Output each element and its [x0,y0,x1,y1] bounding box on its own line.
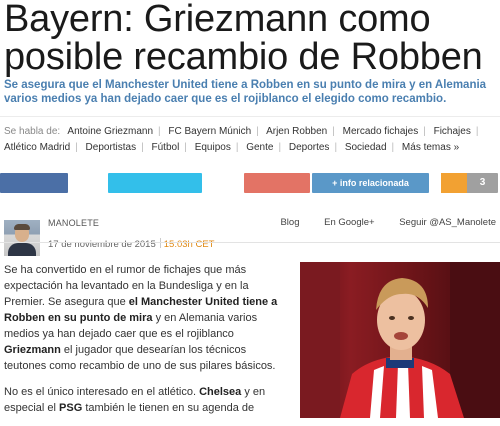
dateline: 17 de noviembre de 2015 15:03h CET [48,238,214,250]
dateline-separator [159,238,161,248]
article-headline: Bayern: Griezmann como posible recambio … [4,0,483,78]
article-subheadline: Se asegura que el Manchester United tien… [4,79,487,105]
avatar-hair [14,224,30,230]
tag-link[interactable]: Antoine Griezmann [67,126,153,137]
author-name[interactable]: MANOLETE [48,218,99,228]
tags-list: Se habla de: Antoine Griezmann | FC Bayer… [4,124,494,156]
author-googleplus-link[interactable]: En Google+ [324,217,374,228]
tags-lead: Se habla de: [4,126,61,137]
author-twitter-link[interactable]: Seguir @AS_Manolete [399,217,496,228]
comments-count-button[interactable]: 3 [441,173,498,193]
body-paragraph: Se ha convertido en el rumor de fichajes… [4,262,288,374]
tag-separator: | [256,126,259,137]
share-bar: + info relacionada 3 [0,173,500,193]
author-avatar[interactable] [4,220,40,256]
text-run: No es el único interesado en el atlético… [4,386,200,398]
comment-accent [441,173,467,193]
author-links: Blog En Google+ Seguir @AS_Manolete [258,217,496,228]
publish-date: 17 de noviembre de 2015 [48,239,156,250]
publish-time: 15:03h CET [163,239,215,250]
tags-divider [0,116,500,117]
player-photo-illustration [300,262,500,418]
avatar-body [8,243,36,256]
article-photo[interactable] [300,262,500,418]
eye-shape [389,316,395,320]
tag-separator: | [423,126,426,137]
more-topics-link[interactable]: Más temas » [402,142,459,153]
eye-shape [408,316,414,320]
googleplus-share-button[interactable] [244,173,310,193]
related-info-button[interactable]: + info relacionada [312,173,429,193]
tag-separator: | [278,142,282,153]
tag-link[interactable]: Sociedad [345,142,387,153]
comments-count: 3 [479,177,486,188]
shirt-stripe [396,364,410,418]
tag-separator: | [475,126,479,137]
bg-stripe [300,262,340,418]
tag-link[interactable]: Deportistas [86,142,137,153]
tag-separator: | [184,142,187,153]
bold-text: Chelsea [199,386,242,398]
tag-separator: | [235,142,239,153]
tag-link[interactable]: Mercado fichajes [343,126,419,137]
tag-link[interactable]: Gente [246,142,273,153]
tag-link[interactable]: Fútbol [152,142,180,153]
article-body: Se ha convertido en el rumor de fichajes… [4,262,288,426]
mouth-shape [394,332,408,340]
tag-link[interactable]: FC Bayern Múnich [168,126,251,137]
body-paragraph: No es el único interesado en el atlético… [4,384,288,416]
tag-separator: | [141,142,144,153]
tag-separator: | [158,126,161,137]
tag-link[interactable]: Fichajes [434,126,471,137]
tag-link[interactable]: Atlético Madrid [4,142,70,153]
tag-link[interactable]: Deportes [289,142,330,153]
tag-link[interactable]: Arjen Robben [266,126,327,137]
text-run: también le tienen en su agenda de [82,402,255,414]
author-blog-link[interactable]: Blog [280,217,299,228]
author-row: MANOLETE 17 de noviembre de 2015 15:03h C… [0,212,500,257]
author-divider [0,242,500,243]
tag-separator: | [332,126,335,137]
tag-separator: | [391,142,395,153]
facebook-share-button[interactable] [0,173,68,193]
tag-separator: | [75,142,78,153]
twitter-share-button[interactable] [108,173,202,193]
tag-separator: | [334,142,338,153]
bold-text: PSG [59,402,83,414]
bold-text: Griezmann [4,344,61,356]
bg-stripe [450,262,500,418]
tag-link[interactable]: Equipos [195,142,231,153]
